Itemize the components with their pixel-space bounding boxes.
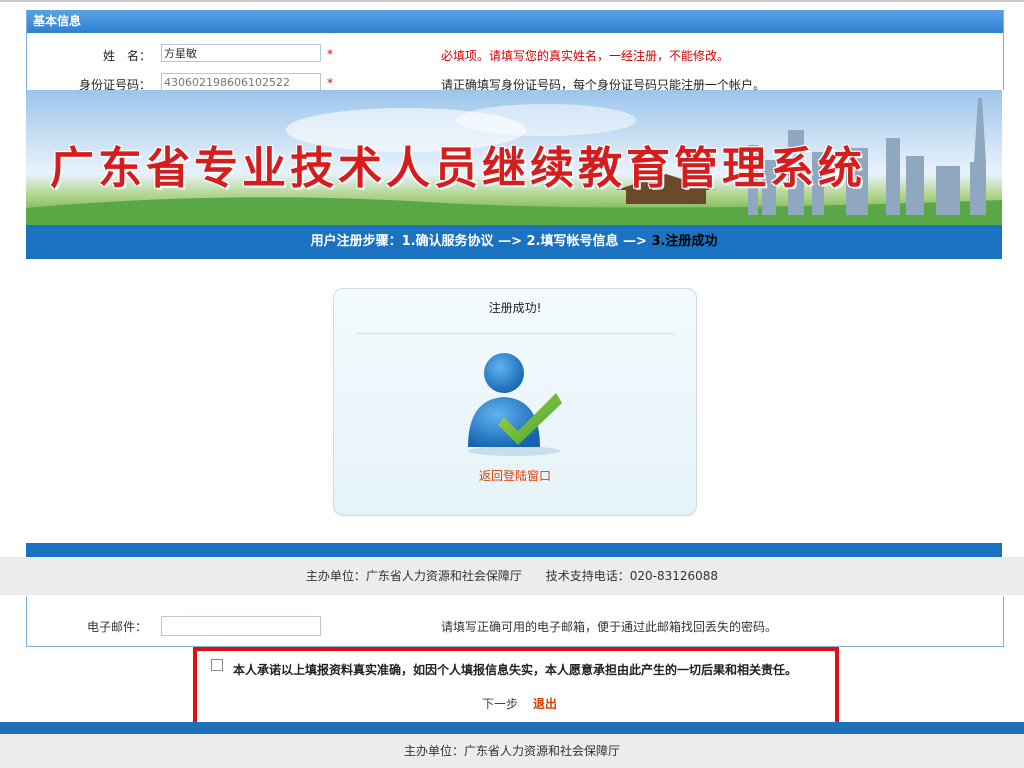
email-hint: 请填写正确可用的电子邮箱，便于通过此邮箱找回丢失的密码。 [441, 620, 778, 634]
promise-checkbox[interactable] [211, 659, 223, 671]
banner-title: 广东省专业技术人员继续教育管理系统 [50, 143, 866, 194]
name-label: 姓 名： [102, 49, 151, 63]
user-check-icon [458, 347, 570, 462]
success-card: 注册成功! 返回登陆窗口 [333, 288, 697, 516]
success-page-overlay: 广东省专业技术人员继续教育管理系统 用户注册步骤：1.确认服务协议 —> 2.填… [0, 90, 1024, 596]
steps-current: 3.注册成功 [651, 234, 718, 249]
divider [356, 333, 674, 334]
system-banner: 广东省专业技术人员继续教育管理系统 [26, 90, 1002, 225]
back-to-login-link[interactable]: 返回登陆窗口 [334, 467, 696, 484]
steps-text: 用户注册步骤：1.确认服务协议 —> 2.填写帐号信息 —> [310, 234, 652, 249]
section-title: 基本信息 [27, 10, 1003, 33]
name-input[interactable]: 方星敏 [161, 44, 321, 62]
email-label: 电子邮件： [87, 620, 148, 634]
top-divider [0, 0, 1024, 2]
footer-org: 主办单位：广东省人力资源和社会保障厅 [305, 569, 522, 583]
promise-text: 本人承诺以上填报资料真实准确，如因个人填报信息失实，本人愿意承担由此产生的一切后… [233, 663, 798, 677]
email-section: 电子邮件： 请填写正确可用的电子邮箱，便于通过此邮箱找回丢失的密码。 [26, 596, 1004, 647]
name-required-mark: * [327, 47, 333, 61]
name-hint: 必填项。请填写您的真实姓名，一经注册，不能修改。 [441, 49, 730, 63]
exit-button[interactable]: 退出 [533, 695, 557, 712]
next-step-button[interactable]: 下一步 [482, 695, 518, 712]
footer-bar [0, 722, 1024, 734]
id-required-mark: * [327, 76, 333, 90]
promise-highlight-box: 本人承诺以上填报资料真实准确，如因个人填报信息失实，本人愿意承担由此产生的一切后… [193, 647, 839, 727]
overlay-footer-bar [26, 543, 1002, 557]
id-number-input[interactable]: 430602198606102522 [161, 73, 321, 91]
footer-phone: 技术支持电话：020-83126088 [545, 569, 719, 583]
page-footer: 主办单位：广东省人力资源和社会保障厅 [0, 734, 1024, 768]
name-row: 姓 名： 方星敏 * 必填项。请填写您的真实姓名，一经注册，不能修改。 [27, 43, 1003, 69]
basic-info-section: 基本信息 姓 名： 方星敏 * 必填项。请填写您的真实姓名，一经注册，不能修改。… [26, 10, 1004, 92]
overlay-footer: 主办单位：广东省人力资源和社会保障厅 技术支持电话：020-83126088 [0, 557, 1024, 595]
success-title: 注册成功! [488, 301, 542, 315]
email-input[interactable] [161, 616, 321, 636]
registration-steps-bar: 用户注册步骤：1.确认服务协议 —> 2.填写帐号信息 —> 3.注册成功 [26, 225, 1002, 259]
